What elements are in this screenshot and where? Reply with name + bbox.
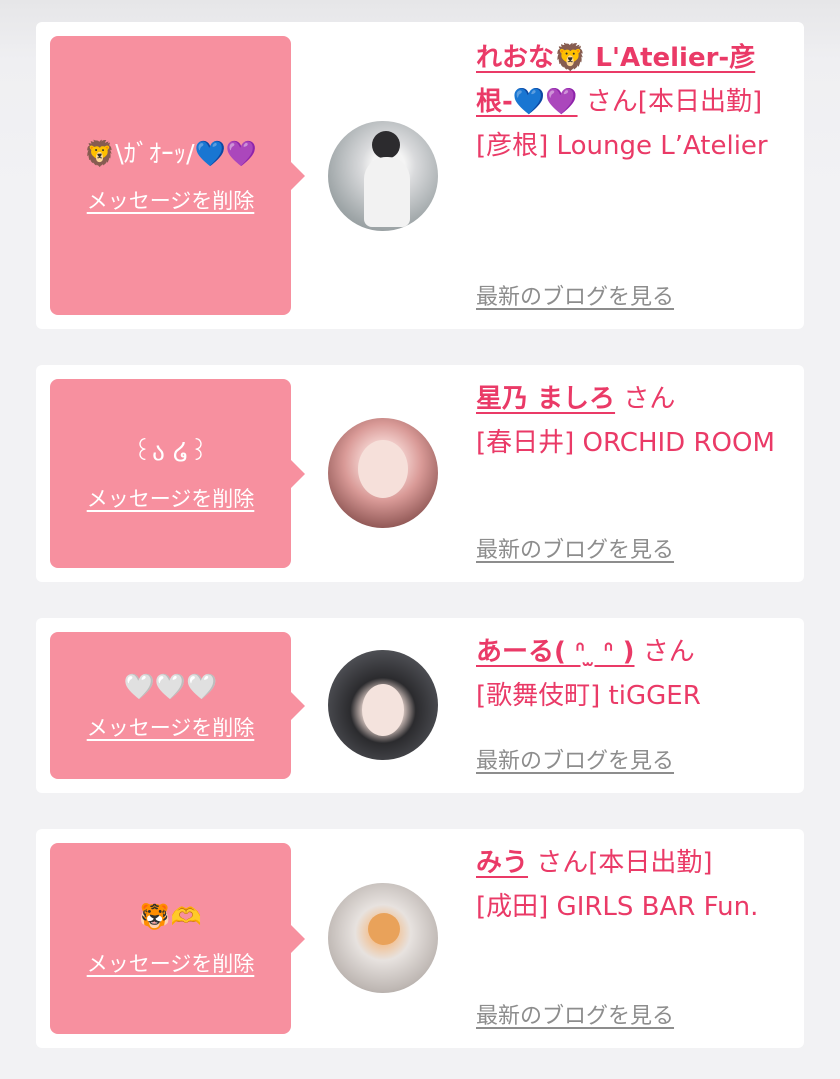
cast-suffix: さん[本日出勤] [528, 848, 713, 878]
cast-suffix: さん [615, 384, 676, 414]
message-card: 🐯🫶 メッセージを削除 みう さん[本日出勤] [成田] GIRLS BAR F… [36, 829, 804, 1048]
store-name: [春日井] ORCHID ROOM [476, 428, 775, 458]
message-card: 🦁\ｶﾞｵｰｯ/💙💜 メッセージを削除 れおな🦁 L'Atelier-彦根-💙💜… [36, 22, 804, 329]
avatar[interactable] [328, 418, 438, 528]
avatar-figure [362, 684, 404, 736]
cast-info: みう さん[本日出勤] [成田] GIRLS BAR Fun. [476, 841, 786, 929]
avatar-figure [358, 440, 408, 498]
message-bubble: 🤍🤍🤍 メッセージを削除 [50, 632, 305, 779]
avatar[interactable] [328, 121, 438, 231]
store-name: [彦根] Lounge L’Atelier [476, 131, 768, 161]
delete-message-link[interactable]: メッセージを削除 [87, 185, 255, 215]
cast-name-link[interactable]: あーる( ᐢ ̫ ᐢ ) [476, 637, 635, 667]
avatar[interactable] [328, 650, 438, 760]
avatar[interactable] [328, 883, 438, 993]
cast-info: 星乃 ましろ さん [春日井] ORCHID ROOM [476, 377, 786, 465]
delete-message-link[interactable]: メッセージを削除 [87, 483, 255, 513]
message-text: 🦁\ｶﾞｵｰｯ/💙💜 [84, 138, 257, 168]
cast-info: れおな🦁 L'Atelier-彦根-💙💜 さん[本日出勤] [彦根] Loung… [476, 36, 786, 168]
message-card: ꒰ა ໒꒱ メッセージを削除 星乃 ましろ さん [春日井] ORCHID RO… [36, 365, 804, 582]
delete-message-link[interactable]: メッセージを削除 [87, 712, 255, 742]
latest-blog-link[interactable]: 最新のブログを見る [476, 532, 674, 564]
message-bubble: ꒰ა ໒꒱ メッセージを削除 [50, 379, 305, 568]
message-text: 🐯🫶 [139, 901, 202, 931]
message-text: ꒰ა ໒꒱ [132, 436, 209, 466]
delete-message-link[interactable]: メッセージを削除 [87, 948, 255, 978]
message-bubble: 🦁\ｶﾞｵｰｯ/💙💜 メッセージを削除 [50, 36, 305, 315]
message-bubble: 🐯🫶 メッセージを削除 [50, 843, 305, 1034]
cast-name-link[interactable]: 星乃 ましろ [476, 384, 615, 414]
store-name: [成田] GIRLS BAR Fun. [476, 892, 759, 922]
avatar-figure-body [364, 157, 410, 227]
latest-blog-link[interactable]: 最新のブログを見る [476, 998, 674, 1030]
cast-suffix: さん[本日出勤] [577, 87, 763, 117]
message-card: 🤍🤍🤍 メッセージを削除 あーる( ᐢ ̫ ᐢ ) さん [歌舞伎町] tiGG… [36, 618, 804, 793]
store-name: [歌舞伎町] tiGGER [476, 681, 701, 711]
latest-blog-link[interactable]: 最新のブログを見る [476, 743, 674, 775]
avatar-figure [372, 131, 400, 159]
cast-suffix: さん [634, 637, 695, 667]
cast-info: あーる( ᐢ ̫ ᐢ ) さん [歌舞伎町] tiGGER [476, 630, 796, 718]
cast-name-link[interactable]: みう [476, 848, 528, 878]
latest-blog-link[interactable]: 最新のブログを見る [476, 279, 674, 311]
avatar-figure [368, 913, 400, 945]
message-text: 🤍🤍🤍 [123, 671, 218, 701]
